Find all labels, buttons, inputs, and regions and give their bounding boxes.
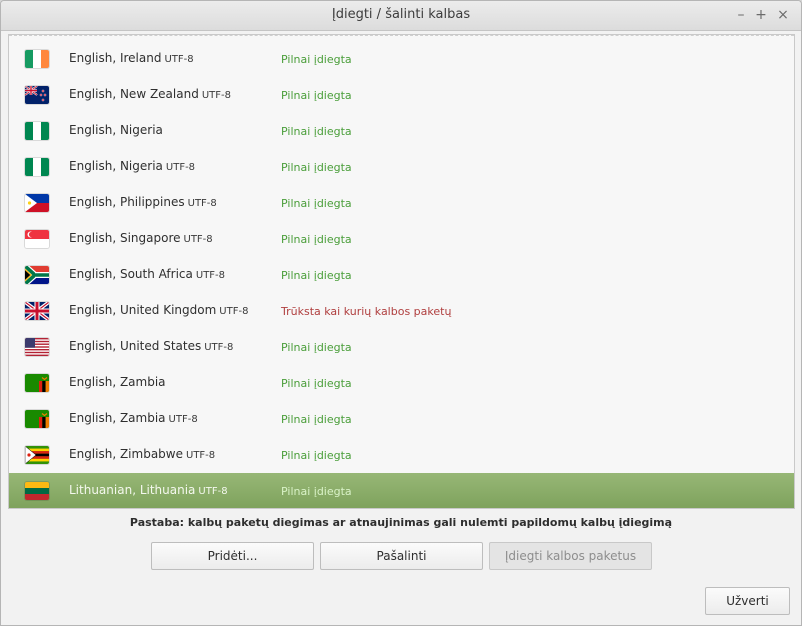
language-name: English, Zimbabwe UTF-8 xyxy=(69,447,215,461)
note-text: Pastaba: kalbų paketų diegimas ar atnauj… xyxy=(129,516,673,529)
language-label: English, United Kingdom xyxy=(69,303,217,317)
language-settings-window: Įdiegti / šalinti kalbas – + × English, … xyxy=(0,0,802,626)
encoding-label: UTF-8 xyxy=(183,234,213,245)
philippines-flag-icon xyxy=(25,194,49,212)
language-name: English, Zambia xyxy=(69,375,166,389)
language-label: English, Singapore xyxy=(69,231,181,245)
nigeria-flag-icon xyxy=(25,158,49,176)
install-status: Pilnai įdiegta xyxy=(281,413,352,426)
install-status: Pilnai įdiegta xyxy=(281,233,352,246)
south-africa-flag-icon xyxy=(25,266,49,284)
language-name: English, Zambia UTF-8 xyxy=(69,411,198,425)
language-label: English, Nigeria xyxy=(69,123,163,137)
maximize-icon[interactable]: + xyxy=(753,7,769,23)
window-title: Įdiegti / šalinti kalbas xyxy=(331,7,471,22)
close-button[interactable]: Užverti xyxy=(705,587,790,615)
language-row[interactable]: English, New Zealand UTF-8 Pilnai įdiegta xyxy=(9,77,794,113)
language-name: English, Nigeria xyxy=(69,123,163,137)
encoding-label: UTF-8 xyxy=(164,54,194,65)
language-name: English, New Zealand UTF-8 xyxy=(69,87,231,101)
zimbabwe-flag-icon xyxy=(25,446,49,464)
install-status: Pilnai įdiegta xyxy=(281,269,352,282)
language-row[interactable]: English, Philippines UTF-8 Pilnai įdiegta xyxy=(9,185,794,221)
language-label: English, Ireland xyxy=(69,51,162,65)
install-status: Pilnai įdiegta xyxy=(281,125,352,138)
titlebar[interactable]: Įdiegti / šalinti kalbas – + × xyxy=(1,1,801,31)
language-name: Lithuanian, Lithuania UTF-8 xyxy=(69,483,228,497)
add-button[interactable]: Pridėti... xyxy=(151,542,314,570)
language-label: English, South Africa xyxy=(69,267,193,281)
zambia-flag-icon xyxy=(25,374,49,392)
language-row[interactable]: English, Nigeria Pilnai įdiegta xyxy=(9,113,794,149)
install-language-packs-button[interactable]: Įdiegti kalbos paketus xyxy=(489,542,652,570)
united-states-flag-icon xyxy=(25,338,49,356)
language-name: English, Singapore UTF-8 xyxy=(69,231,213,245)
united-kingdom-flag-icon xyxy=(25,302,49,320)
lithuania-flag-icon xyxy=(25,482,49,500)
encoding-label: UTF-8 xyxy=(195,270,226,281)
encoding-label: UTF-8 xyxy=(168,414,198,425)
language-label: English, Zambia xyxy=(69,411,166,425)
language-row[interactable]: English, Zambia UTF-8 Pilnai įdiegta xyxy=(9,401,794,437)
install-status: Trūksta kai kurių kalbos paketų xyxy=(281,305,452,318)
install-status: Pilnai įdiegta xyxy=(281,161,352,174)
language-row[interactable]: English, Zambia Pilnai įdiegta xyxy=(9,365,794,401)
list-top-divider xyxy=(9,35,794,36)
language-label: English, New Zealand xyxy=(69,87,199,101)
language-label: English, Zimbabwe xyxy=(69,447,183,461)
language-row[interactable]: English, United States UTF-8 Pilnai įdiegt… xyxy=(9,329,794,365)
language-row[interactable]: English, South Africa UTF-8 Pilnai įdiegta xyxy=(9,257,794,293)
singapore-flag-icon xyxy=(25,230,49,248)
language-name: English, United States UTF-8 xyxy=(69,339,233,353)
nigeria-flag-icon xyxy=(25,122,49,140)
language-row[interactable]: English, United Kingdom UTF-8 Trūksta kai … xyxy=(9,293,794,329)
encoding-label: UTF-8 xyxy=(201,90,231,101)
encoding-label: UTF-8 xyxy=(219,306,249,317)
encoding-label: UTF-8 xyxy=(186,450,216,461)
language-label: English, Nigeria xyxy=(69,159,163,173)
language-name: English, South Africa UTF-8 xyxy=(69,267,225,281)
encoding-label: UTF-8 xyxy=(198,486,228,497)
language-name: English, Nigeria UTF-8 xyxy=(69,159,195,173)
new-zealand-flag-icon xyxy=(25,86,49,104)
encoding-label: UTF-8 xyxy=(165,162,196,173)
close-icon[interactable]: × xyxy=(775,7,791,23)
language-row-selected[interactable]: Lithuanian, Lithuania UTF-8 Pilnai įdiegta xyxy=(9,473,794,508)
language-label: English, Zambia xyxy=(69,375,166,389)
remove-button[interactable]: Pašalinti xyxy=(320,542,483,570)
encoding-label: UTF-8 xyxy=(204,342,234,353)
encoding-label: UTF-8 xyxy=(187,198,217,209)
minimize-icon[interactable]: – xyxy=(733,7,749,23)
install-status: Pilnai įdiegta xyxy=(281,449,352,462)
language-label: English, Philippines xyxy=(69,195,185,209)
language-row[interactable]: English, Zimbabwe UTF-8 Pilnai įdiegta xyxy=(9,437,794,473)
language-list[interactable]: English, Ireland UTF-8 Pilnai įdiegta Engli… xyxy=(8,34,795,509)
install-status: Pilnai įdiegta xyxy=(281,485,352,498)
install-status: Pilnai įdiegta xyxy=(281,197,352,210)
language-row[interactable]: English, Singapore UTF-8 Pilnai įdiegta xyxy=(9,221,794,257)
language-label: Lithuanian, Lithuania xyxy=(69,483,196,497)
install-status: Pilnai įdiegta xyxy=(281,377,352,390)
language-row[interactable]: English, Nigeria UTF-8 Pilnai įdiegta xyxy=(9,149,794,185)
language-name: English, Philippines UTF-8 xyxy=(69,195,217,209)
language-name: English, Ireland UTF-8 xyxy=(69,51,194,65)
language-name: English, United Kingdom UTF-8 xyxy=(69,303,248,317)
install-status: Pilnai įdiegta xyxy=(281,341,352,354)
language-row[interactable]: English, Ireland UTF-8 Pilnai įdiegta xyxy=(9,41,794,77)
zambia-flag-icon xyxy=(25,410,49,428)
install-status: Pilnai įdiegta xyxy=(281,53,352,66)
ireland-flag-icon xyxy=(25,50,49,68)
install-status: Pilnai įdiegta xyxy=(281,89,352,102)
language-label: English, United States xyxy=(69,339,202,353)
